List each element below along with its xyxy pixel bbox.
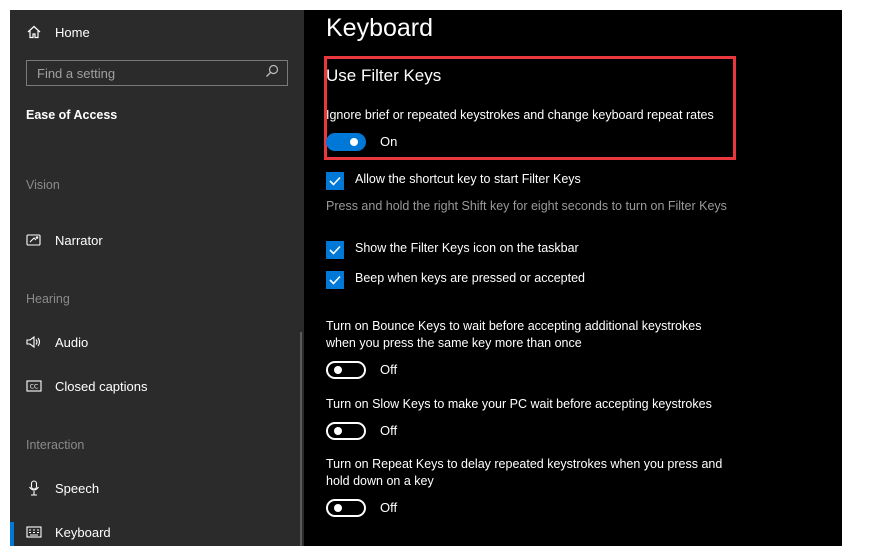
category-title: Ease of Access xyxy=(26,108,118,122)
bounce-keys-text-line1: Turn on Bounce Keys to wait before accep… xyxy=(326,319,702,333)
filter-keys-description: Ignore brief or repeated keystrokes and … xyxy=(326,108,714,122)
sidebar-item-label: Speech xyxy=(55,480,100,496)
search-box[interactable] xyxy=(26,60,288,86)
filter-keys-toggle[interactable] xyxy=(326,133,366,151)
checkmark-icon xyxy=(329,245,341,255)
speaker-icon xyxy=(26,334,42,350)
sidebar-item-keyboard[interactable]: Keyboard xyxy=(26,522,111,542)
main-content: Keyboard Use Filter Keys Ignore brief or… xyxy=(304,10,842,546)
sidebar-scrollbar[interactable] xyxy=(300,332,302,546)
sidebar-item-speech[interactable]: Speech xyxy=(26,478,99,498)
beep-label: Beep when keys are pressed or accepted xyxy=(355,271,585,285)
section-interaction: Interaction xyxy=(26,438,85,452)
svg-text:CC: CC xyxy=(30,384,38,391)
allow-shortcut-hint: Press and hold the right Shift key for e… xyxy=(326,199,727,213)
repeat-keys-toggle[interactable] xyxy=(326,499,366,517)
home-label: Home xyxy=(55,24,90,40)
repeat-keys-text-line2: hold down on a key xyxy=(326,474,434,488)
slow-keys-text: Turn on Slow Keys to make your PC wait b… xyxy=(326,397,712,411)
sidebar-item-closed-captions[interactable]: CC Closed captions xyxy=(26,376,148,396)
section-hearing: Hearing xyxy=(26,292,70,306)
search-icon[interactable] xyxy=(265,64,279,83)
closed-captions-icon: CC xyxy=(26,378,42,394)
allow-shortcut-checkbox[interactable] xyxy=(326,172,344,190)
checkmark-icon xyxy=(329,275,341,285)
filter-keys-toggle-state: On xyxy=(380,134,398,149)
sidebar-item-label: Narrator xyxy=(55,232,103,248)
slow-keys-toggle[interactable] xyxy=(326,422,366,440)
filter-keys-title: Use Filter Keys xyxy=(326,66,442,85)
search-input[interactable] xyxy=(37,65,237,81)
page-title: Keyboard xyxy=(326,14,434,42)
show-icon-checkbox[interactable] xyxy=(326,241,344,259)
slow-keys-toggle-state: Off xyxy=(380,423,398,438)
microphone-icon xyxy=(26,480,42,496)
keyboard-icon xyxy=(26,524,42,540)
bounce-keys-text-line2: when you press the same key more than on… xyxy=(326,336,582,350)
sidebar-item-label: Keyboard xyxy=(55,524,111,540)
repeat-keys-toggle-state: Off xyxy=(380,500,398,515)
sidebar: Home Ease of Access Vision Narrator Hear… xyxy=(10,10,304,546)
sidebar-item-narrator[interactable]: Narrator xyxy=(26,230,103,250)
sidebar-item-label: Audio xyxy=(55,334,89,350)
selected-indicator xyxy=(10,522,14,546)
toggle-knob xyxy=(334,504,342,512)
bounce-keys-toggle-state: Off xyxy=(380,362,398,377)
checkmark-icon xyxy=(329,176,341,186)
home-nav-item[interactable]: Home xyxy=(26,22,90,42)
sidebar-item-audio[interactable]: Audio xyxy=(26,332,88,352)
home-icon xyxy=(26,24,42,40)
allow-shortcut-label: Allow the shortcut key to start Filter K… xyxy=(355,172,581,186)
toggle-knob xyxy=(334,366,342,374)
bounce-keys-toggle[interactable] xyxy=(326,361,366,379)
sidebar-item-label: Closed captions xyxy=(55,378,148,394)
repeat-keys-text-line1: Turn on Repeat Keys to delay repeated ke… xyxy=(326,457,723,471)
settings-window: Home Ease of Access Vision Narrator Hear… xyxy=(10,10,842,546)
toggle-knob xyxy=(334,427,342,435)
section-vision: Vision xyxy=(26,178,60,192)
narrator-icon xyxy=(26,232,42,248)
toggle-knob xyxy=(350,138,358,146)
beep-checkbox[interactable] xyxy=(326,271,344,289)
show-icon-label: Show the Filter Keys icon on the taskbar xyxy=(355,241,579,255)
